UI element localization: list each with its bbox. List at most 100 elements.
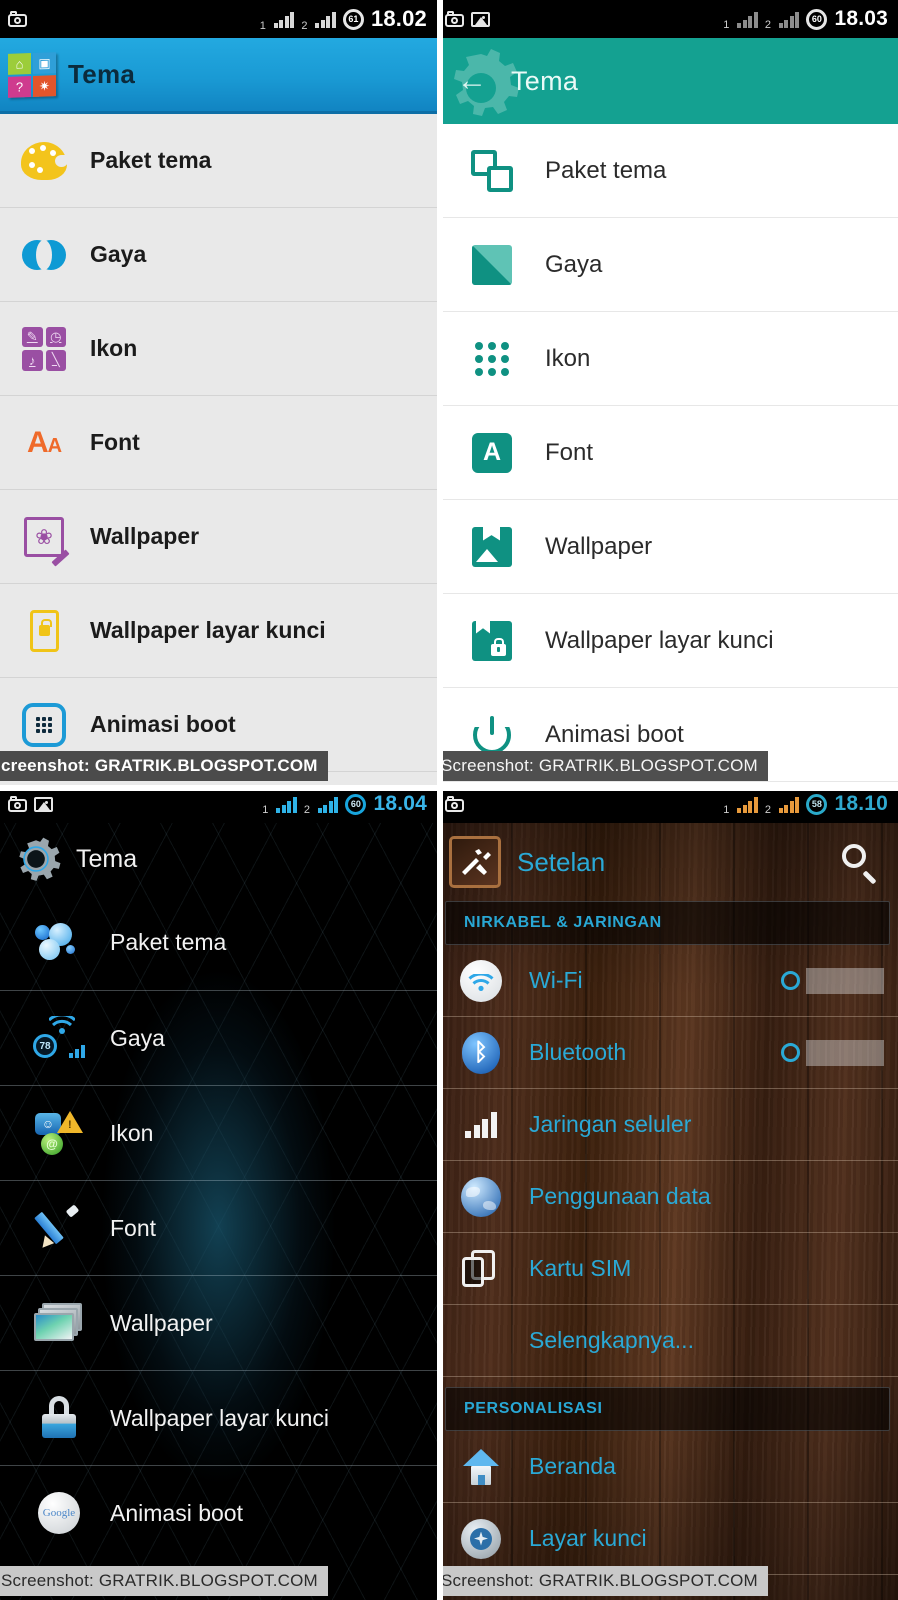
settings-row-lockscreen[interactable]: Layar kunci [437,1503,898,1575]
list-item-label: Animasi boot [110,1499,243,1526]
settings-row-wifi[interactable]: Wi-Fi [437,945,898,1017]
settings-row-bluetooth[interactable]: ᛒ Bluetooth [437,1017,898,1089]
theme-tiles-icon: ⌂ ▣ ? ✷ [8,51,56,98]
copy-squares-icon [469,148,515,194]
list-item-label: Gaya [545,250,603,278]
boot-animation-icon [20,701,68,749]
toggle-track [806,967,884,994]
section-header: NIRKABEL & JARINGAN [445,901,890,945]
settings-row-label: Kartu SIM [529,1255,632,1281]
list-item-label: Animasi boot [90,711,236,737]
page-title: Setelan [517,846,606,877]
padlock-icon [32,1393,86,1443]
settings-row-label: Layar kunci [529,1525,647,1551]
section-header: PERSONALISASI [445,1387,890,1431]
list-item[interactable]: Wallpaper layar kunci [437,594,898,688]
sim2-label: 2 [764,19,771,31]
action-bar: Tema [0,823,437,895]
list-item-label: Font [90,429,140,455]
list-item-label: Font [545,438,594,466]
list-item-label: Gaya [110,1024,165,1051]
list-item[interactable]: Wallpaper layar kunci [0,584,437,678]
list-item-label: Wallpaper layar kunci [90,617,326,643]
watermark: Screenshot: GRATRIK.BLOGSPOT.COM [437,751,768,781]
section-header-label: PERSONALISASI [464,1400,603,1417]
list-item-label: Wallpaper [545,532,653,560]
list-item-label: Paket tema [545,156,667,184]
list-item[interactable]: Gaya [437,218,898,312]
action-bar: ← Tema [437,38,898,124]
battery-icon: 60 [806,8,828,30]
list-item[interactable]: Font [0,1180,437,1275]
page-title: Tema [76,844,138,873]
list-item[interactable]: Paket tema [0,114,437,208]
blue-bubbles-icon [32,918,86,968]
list-item-label: Paket tema [90,147,212,173]
battery-icon: 60 [345,793,367,815]
theme-list: Paket tema Gaya ✎ ◷ ♪ ╲ Ikon AA Font ❀ W… [0,114,437,785]
settings-row-more[interactable]: Selengkapnya... [437,1305,898,1377]
settings-row-data-usage[interactable]: Penggunaan data [437,1161,898,1233]
sim2-label: 2 [764,804,771,816]
lockscreen-wallpaper-icon [20,607,68,655]
list-item[interactable]: Wallpaper layar kunci [0,1370,437,1465]
settings-row-mobile-network[interactable]: Jaringan seluler [437,1089,898,1161]
list-item[interactable]: Wallpaper [437,500,898,594]
list-item[interactable]: Paket tema [437,124,898,218]
gallery-icon [471,11,490,27]
sim1-label: 1 [723,804,730,816]
wallpaper-stack-icon [32,1298,86,1348]
gallery-icon [34,796,53,812]
palette-icon [20,137,68,185]
diagonal-square-icon [469,242,515,288]
list-item[interactable]: AA Font [0,396,437,490]
sim1-label: 1 [723,19,730,31]
settings-row-label: Selengkapnya... [529,1327,694,1353]
list-item[interactable]: Google Animasi boot [0,1465,437,1560]
signal-bars-sim2-icon [317,796,339,813]
panel-theme-light-blue: 1 2 61 18.02 ⌂ ▣ ? ✷ Tema Paket tema Gay… [0,0,437,785]
settings-row-label: Beranda [529,1453,616,1479]
panel-theme-teal: 1 2 60 18.03 ← Tema Paket tema Gaya Ikon… [437,0,898,785]
sim-card-icon [459,1247,503,1291]
camera-icon [445,11,464,27]
panel-divider-horizontal [0,785,898,791]
font-a-square-icon: A [469,430,515,476]
panel-settings-wood: 1 2 58 18.10 Setelan NIRKABEL & JARINGAN… [437,785,898,1600]
search-icon[interactable] [840,842,880,885]
list-item[interactable]: ☺@ Ikon [0,1085,437,1180]
bluetooth-icon: ᛒ [459,1031,503,1075]
bluetooth-toggle[interactable] [781,1039,884,1066]
panel-divider-vertical [437,0,443,1600]
settings-row-sim-card[interactable]: Kartu SIM [437,1233,898,1305]
compass-icon [459,1517,503,1561]
panel-theme-dark: 1 2 60 18.04 Tema Paket tema 78 Gaya ☺ !… [0,785,437,1600]
camera-icon [8,11,27,27]
list-item[interactable]: Paket tema [0,895,437,990]
wifi-toggle[interactable] [781,967,884,994]
sim2-label: 2 [301,20,308,32]
pencil-icon [32,1203,86,1253]
signal-bars-sim1-icon [276,796,297,813]
list-item-label: Wallpaper [110,1309,213,1336]
list-item[interactable]: Wallpaper [0,1275,437,1370]
settings-list: NIRKABEL & JARINGAN Wi-Fi ᛒ Bluetooth Ja… [437,901,898,1575]
list-item[interactable]: ✎ ◷ ♪ ╲ Ikon [0,302,437,396]
wifi-icon [459,959,503,1003]
signal-bars-sim1-icon [273,11,295,28]
list-item[interactable]: Ikon [437,312,898,406]
mixed-icons-icon: ☺@ [32,1108,86,1158]
venn-circles-icon [20,231,68,279]
status-bar: 1 2 60 18.03 [437,0,898,38]
icon-grid-icon: ✎ ◷ ♪ ╲ [20,325,68,373]
list-item[interactable]: 78 Gaya [0,990,437,1085]
toggle-track [806,1039,884,1066]
back-icon[interactable]: ← [457,66,487,96]
section-header-label: NIRKABEL & JARINGAN [464,914,662,931]
list-item-label: Font [110,1214,157,1241]
settings-row-home[interactable]: Beranda [437,1431,898,1503]
list-item[interactable]: A Font [437,406,898,500]
list-item[interactable]: Gaya [0,208,437,302]
sim1-label: 1 [259,20,266,32]
list-item[interactable]: ❀ Wallpaper [0,490,437,584]
